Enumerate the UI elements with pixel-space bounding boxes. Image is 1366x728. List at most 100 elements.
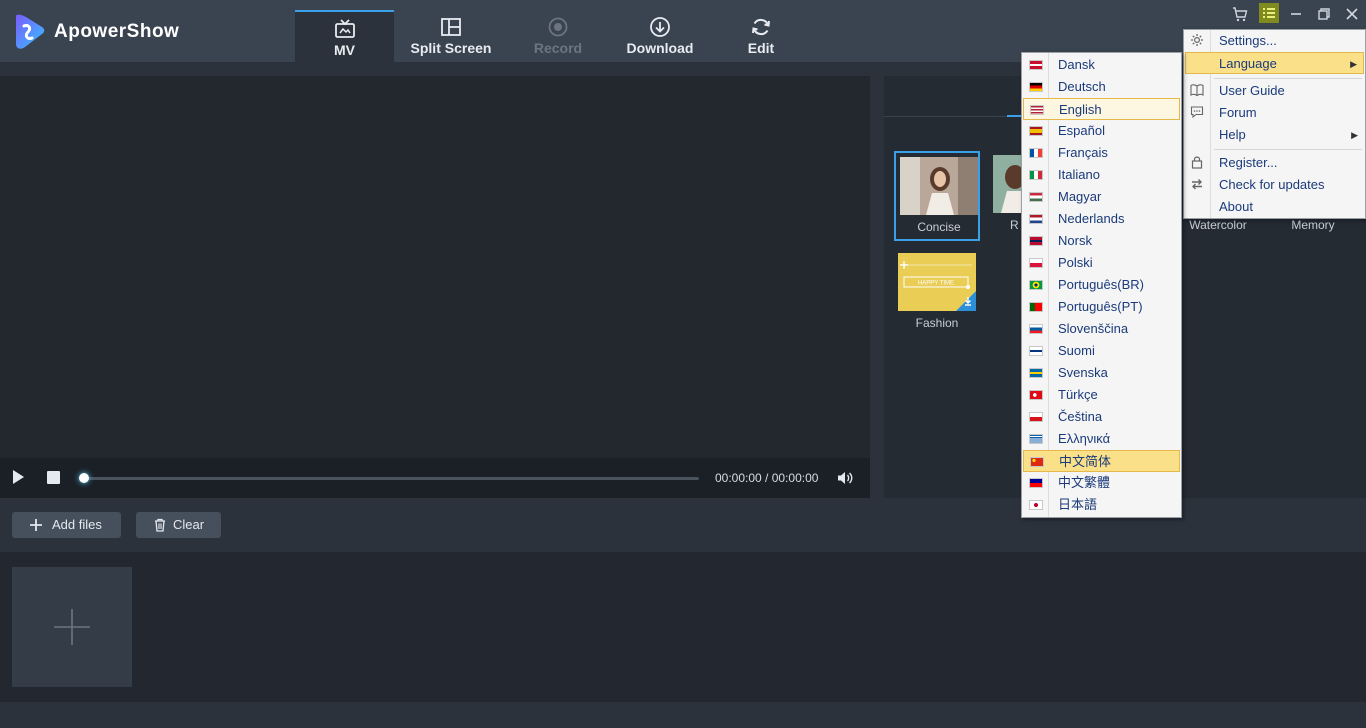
menu-item-help[interactable]: Help ▶: [1185, 124, 1364, 146]
flag-pl-icon: [1029, 258, 1043, 268]
book-icon: [1190, 84, 1204, 97]
menu-item-forum[interactable]: Forum: [1185, 102, 1364, 124]
stop-button[interactable]: [47, 471, 60, 484]
language-item-si[interactable]: Slovenščina: [1023, 318, 1180, 340]
language-item-label: 中文简体: [1059, 454, 1112, 469]
language-item-hu[interactable]: Magyar: [1023, 186, 1180, 208]
record-icon: [548, 17, 568, 37]
menu-item-settings-label: Settings...: [1219, 33, 1277, 48]
apowershow-logo: [16, 14, 45, 49]
language-item-pt[interactable]: Português(PT): [1023, 296, 1180, 318]
download-badge-icon: [965, 297, 971, 306]
menu-item-settings[interactable]: Settings...: [1185, 30, 1364, 52]
language-item-label: Polski: [1058, 255, 1093, 270]
language-item-cn[interactable]: 中文简体: [1023, 450, 1180, 472]
menu-item-language[interactable]: Language ▶: [1185, 52, 1364, 74]
language-item-label: Nederlands: [1058, 211, 1125, 226]
add-media-tile[interactable]: [12, 567, 132, 687]
language-item-fr[interactable]: Français: [1023, 142, 1180, 164]
progress-handle[interactable]: [79, 473, 89, 483]
add-files-label: Add files: [52, 517, 102, 532]
language-item-es[interactable]: Español: [1023, 120, 1180, 142]
menu-item-about[interactable]: About: [1185, 196, 1364, 218]
language-item-jp[interactable]: 日本語: [1023, 494, 1180, 516]
language-item-label: 日本語: [1058, 497, 1098, 512]
tab-edit-label: Edit: [747, 40, 775, 56]
tab-split-screen[interactable]: Split Screen: [405, 10, 497, 62]
language-item-label: Čeština: [1058, 409, 1103, 424]
language-item-fi[interactable]: Suomi: [1023, 340, 1180, 362]
minimize-icon[interactable]: [1287, 5, 1305, 23]
menu-item-user-guide[interactable]: User Guide: [1185, 80, 1364, 102]
language-item-dk[interactable]: Dansk: [1023, 54, 1180, 76]
language-item-pl[interactable]: Polski: [1023, 252, 1180, 274]
flag-de-icon: [1029, 82, 1043, 92]
flag-cz-icon: [1029, 412, 1043, 422]
tv-icon: [334, 19, 355, 38]
time-display: 00:00:00 / 00:00:00: [715, 471, 819, 485]
flag-tr-icon: [1029, 390, 1043, 400]
flag-hu-icon: [1029, 192, 1043, 202]
trash-icon: [155, 518, 165, 532]
flag-si-icon: [1029, 324, 1043, 334]
language-item-tw[interactable]: 中文繁體: [1023, 472, 1180, 494]
clear-button[interactable]: Clear: [136, 512, 221, 538]
flag-fr-icon: [1029, 148, 1043, 158]
menu-item-register[interactable]: Register...: [1185, 152, 1364, 174]
language-item-se[interactable]: Svenska: [1023, 362, 1180, 384]
tab-download[interactable]: Download: [620, 10, 700, 62]
theme-r[interactable]: R: [989, 151, 1023, 241]
flag-fi-icon: [1029, 346, 1043, 356]
menu-icon[interactable]: [1259, 3, 1279, 23]
language-item-gr[interactable]: Ελληνικά: [1023, 428, 1180, 450]
theme-concise-label: Concise: [917, 220, 961, 234]
add-media-plus-icon: [54, 609, 90, 645]
restore-icon[interactable]: [1315, 5, 1333, 23]
volume-icon[interactable]: [836, 469, 854, 487]
theme-memory-label: Memory: [1291, 218, 1335, 232]
tab-record[interactable]: Record: [520, 10, 596, 62]
language-item-us[interactable]: English: [1023, 98, 1180, 120]
menu-item-check-updates[interactable]: Check for updates: [1185, 174, 1364, 196]
language-item-label: Slovenščina: [1058, 321, 1129, 336]
language-item-it[interactable]: Italiano: [1023, 164, 1180, 186]
theme-r-thumbnail: [993, 155, 1023, 213]
language-item-cz[interactable]: Čeština: [1023, 406, 1180, 428]
add-files-button[interactable]: Add files: [12, 512, 121, 538]
flag-tw-icon: [1029, 478, 1043, 488]
chevron-right-icon: ▶: [1350, 59, 1357, 69]
theme-fashion[interactable]: HAPPY TIME Fashion: [894, 249, 980, 339]
language-item-br[interactable]: Português(BR): [1023, 274, 1180, 296]
flag-pt-icon: [1029, 302, 1043, 312]
language-item-no[interactable]: Norsk: [1023, 230, 1180, 252]
language-item-de[interactable]: Deutsch: [1023, 76, 1180, 98]
language-item-label: Deutsch: [1058, 79, 1106, 94]
flag-it-icon: [1029, 170, 1043, 180]
close-icon[interactable]: [1343, 5, 1361, 23]
language-item-label: Español: [1058, 123, 1105, 138]
language-item-label: Dansk: [1058, 57, 1095, 72]
menu-item-forum-label: Forum: [1219, 105, 1257, 120]
flag-nl-icon: [1029, 214, 1043, 224]
theme-watercolor-label: Watercolor: [1189, 218, 1247, 232]
theme-concise[interactable]: Concise: [894, 151, 980, 241]
theme-concise-thumbnail: [900, 157, 978, 215]
menu-item-user-guide-label: User Guide: [1219, 83, 1285, 98]
download-icon: [650, 17, 670, 37]
tab-edit[interactable]: Edit: [730, 10, 792, 62]
update-icon: [1192, 179, 1202, 190]
language-item-label: English: [1059, 102, 1102, 117]
flag-jp-icon: [1029, 500, 1043, 510]
menu-lines-icon: [1263, 8, 1275, 18]
language-item-label: Svenska: [1058, 365, 1108, 380]
tab-mv[interactable]: MV: [295, 10, 394, 62]
language-item-nl[interactable]: Nederlands: [1023, 208, 1180, 230]
play-button[interactable]: [13, 470, 24, 484]
menu-item-register-label: Register...: [1219, 155, 1278, 170]
app-title: ApowerShow: [54, 21, 180, 42]
language-item-tr[interactable]: Türkçe: [1023, 384, 1180, 406]
progress-track[interactable]: [84, 477, 699, 480]
tab-mv-label: MV: [334, 42, 355, 58]
theme-fashion-label: Fashion: [915, 316, 959, 330]
cart-icon[interactable]: [1231, 5, 1249, 23]
